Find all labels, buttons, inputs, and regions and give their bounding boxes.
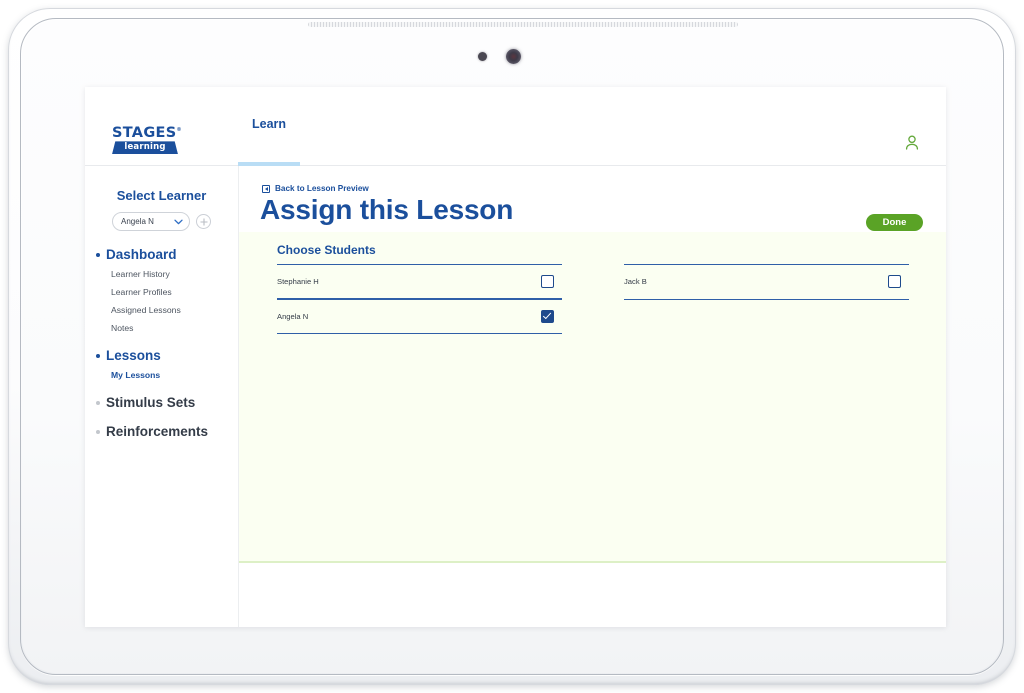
student-row[interactable]: Angela N [277,298,562,334]
student-name: Stephanie H [277,277,319,286]
sidebar-item-reinforcements-label: Reinforcements [106,424,209,439]
logo-wordmark: STAGES® [112,123,182,141]
bullet-icon [96,253,100,257]
back-link-label: Back to Lesson Preview [275,184,369,193]
done-button[interactable]: Done [866,214,923,231]
main-content: Back to Lesson Preview Assign this Lesso… [238,166,946,627]
student-checkbox[interactable] [541,309,554,323]
stages-learning-logo[interactable]: STAGES® learning [112,123,182,156]
bullet-icon [96,354,100,358]
logo-plate-text: learning [112,141,178,155]
page-body: Select Learner Angela N Dashboard Learne… [85,166,946,627]
student-column-right: Jack B [624,263,909,334]
proximity-sensor-icon [478,52,487,61]
nav-tab-list: Learn [238,87,301,166]
bullet-icon [96,430,100,434]
plus-icon [199,217,208,226]
student-checkbox[interactable] [541,275,554,288]
logo-trademark-icon: ® [176,127,182,133]
learner-control-row: Angela N [85,212,238,231]
tab-learn-label: Learn [252,117,287,131]
add-learner-button[interactable] [196,214,211,229]
sidebar-item-lessons[interactable]: Lessons [85,348,238,363]
chevron-down-icon [174,219,183,224]
sidebar-item-reinforcements[interactable]: Reinforcements [85,424,238,439]
sidebar-item-learner-history-label: Learner History [111,269,170,279]
page-title: Assign this Lesson [260,194,514,225]
sidebar-item-learner-profiles-label: Learner Profiles [111,287,172,297]
sidebar-item-stimulus-sets-label: Stimulus Sets [106,395,196,410]
choose-students-heading: Choose Students [277,243,376,257]
sidebar-item-notes[interactable]: Notes [85,323,238,333]
tab-learn[interactable]: Learn [238,87,301,166]
sidebar-item-my-lessons[interactable]: My Lessons [85,370,238,380]
application-screen: STAGES® learning Learn Select Learner An… [85,87,946,627]
sidebar-nav-list: Dashboard Learner History Learner Profil… [85,247,238,439]
sidebar-item-learner-profiles[interactable]: Learner Profiles [85,287,238,297]
front-camera-icon [506,49,521,64]
sidebar-item-dashboard[interactable]: Dashboard [85,247,238,262]
choose-students-panel: Choose Students Stephanie H Angela N Jac… [239,232,946,563]
sidebar-item-assigned-lessons[interactable]: Assigned Lessons [85,305,238,315]
sidebar-item-learner-history[interactable]: Learner History [85,269,238,279]
nav-group-spacer [85,388,238,395]
sidebar-item-lessons-label: Lessons [106,348,161,363]
nav-group-spacer [85,341,238,348]
learner-select-value: Angela N [121,217,154,226]
bullet-icon [96,401,100,405]
student-name: Angela N [277,311,309,321]
learner-select-dropdown[interactable]: Angela N [112,212,190,231]
sidebar-item-notes-label: Notes [111,323,134,333]
sidebar-item-my-lessons-label: My Lessons [111,370,161,380]
tablet-device-frame: STAGES® learning Learn Select Learner An… [8,8,1016,685]
student-row[interactable]: Stephanie H [277,263,562,300]
logo-word-text: STAGES [112,124,177,141]
sidebar-item-dashboard-label: Dashboard [106,247,177,262]
account-person-icon[interactable] [905,135,919,155]
student-column-left: Stephanie H Angela N [277,263,562,334]
nav-group-spacer [85,417,238,424]
select-learner-title: Select Learner [116,188,207,203]
speaker-grille [308,22,738,27]
back-to-lesson-preview-link[interactable]: Back to Lesson Preview [262,184,369,193]
sidebar: Select Learner Angela N Dashboard Learne… [85,166,238,627]
back-arrow-box-icon [262,184,270,193]
sidebar-item-assigned-lessons-label: Assigned Lessons [111,305,181,315]
student-name: Jack B [624,277,647,286]
sidebar-item-stimulus-sets[interactable]: Stimulus Sets [85,395,238,410]
top-navigation-bar: STAGES® learning Learn [85,87,946,166]
student-checkbox[interactable] [888,275,901,288]
student-columns: Stephanie H Angela N Jack B [277,263,909,334]
student-row[interactable]: Jack B [624,263,909,300]
